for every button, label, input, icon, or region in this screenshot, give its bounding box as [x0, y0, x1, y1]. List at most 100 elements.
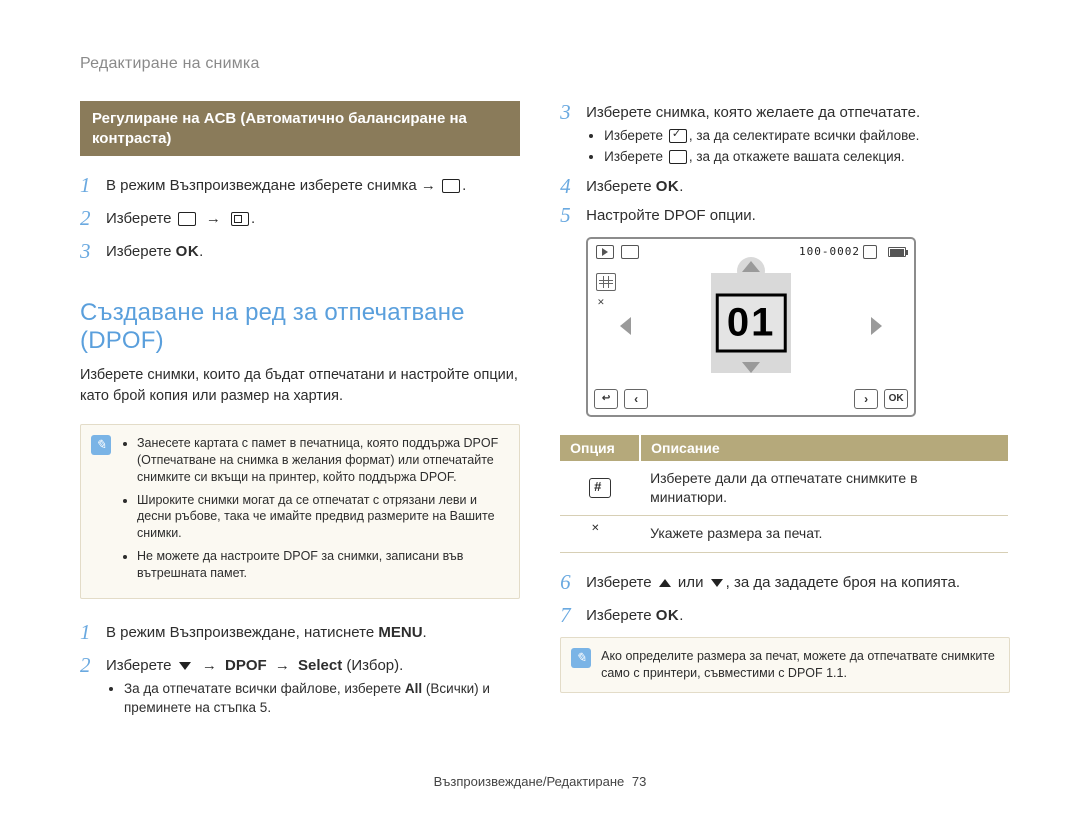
ok-label: OK: [176, 243, 200, 260]
arrow-icon: →: [275, 655, 290, 676]
step-number: 5: [560, 204, 586, 227]
step-text: В режим Възпроизвеждане, натиснете: [106, 624, 378, 641]
sub-bullets: Изберете , за да селектирате всички файл…: [604, 127, 920, 167]
chevron-down-icon: [179, 662, 191, 670]
preview-bottom: ↩ ‹ › OK: [594, 389, 908, 409]
copy-count-display: 01: [716, 294, 787, 353]
step-text: .: [679, 607, 683, 624]
thumbnail-icon: [596, 273, 616, 291]
step-text: .: [679, 178, 683, 195]
left-column: Регулиране на ACB (Автоматично балансира…: [80, 101, 520, 730]
next-button-icon: ›: [854, 389, 878, 409]
step-text: Изберете: [586, 607, 656, 624]
manual-page: Редактиране на снимка Регулиране на ACB …: [0, 0, 1080, 815]
back-button-icon: ↩: [594, 389, 618, 409]
note-info-icon: ✎: [91, 435, 111, 455]
step-body: Изберете → .: [106, 207, 255, 230]
page-header: Редактиране на снимка: [80, 55, 1010, 73]
step-text: , за да зададете броя на копията.: [726, 574, 960, 591]
step-text: Изберете снимка, която желаете да отпеча…: [586, 104, 920, 121]
dpof-label: DPOF: [225, 657, 267, 674]
page-number: 73: [632, 774, 646, 789]
sub-text: , за да селектирате всички файлове.: [689, 128, 920, 143]
table-cell: Изберете дали да отпечатате снимките в м…: [640, 461, 1008, 515]
step-number: 1: [80, 174, 106, 197]
ok-button-icon: OK: [884, 389, 908, 409]
note-bullet: Не можете да настроите DPOF за снимки, з…: [137, 548, 505, 582]
dpof-note-box: ✎ Занесете картата с памет в печатница, …: [80, 424, 520, 599]
footer-text: Възпроизвеждане/Редактиране: [434, 774, 625, 789]
step-number: 2: [80, 654, 106, 720]
table-cell: Укажете размера за печат.: [640, 515, 1008, 552]
step-text: Изберете: [586, 178, 656, 195]
note-text: Ако определите размера за печат, можете …: [601, 648, 995, 682]
step-number: 4: [560, 175, 586, 198]
step-number: 7: [560, 604, 586, 627]
step-body: В режим Възпроизвеждане, натиснете MENU.: [106, 621, 427, 644]
deselect-icon: [669, 150, 687, 164]
menu-label: MENU: [378, 624, 422, 641]
page-footer: Възпроизвеждане/Редактиране 73: [0, 774, 1080, 789]
arrow-icon: →: [202, 655, 217, 676]
dpof-section-sub: Изберете снимки, които да бъдат отпечата…: [80, 365, 520, 406]
step-body: Изберете снимка, която желаете да отпеча…: [586, 101, 920, 169]
note-info-icon: ✎: [571, 648, 591, 668]
step-body: Изберете OK.: [586, 175, 683, 198]
note-bullets: Занесете картата с памет в печатница, ко…: [137, 435, 505, 588]
sub-bullet: За да отпечатате всички файлове, изберет…: [124, 680, 520, 718]
note-bullet: Занесете картата с памет в печатница, ко…: [137, 435, 505, 486]
step-number: 6: [560, 571, 586, 594]
step-text: .: [423, 624, 427, 641]
thumbnail-option-icon: [589, 478, 611, 498]
step-text: или: [674, 574, 708, 591]
nav-right-icon: [871, 317, 882, 335]
ok-label: OK: [656, 178, 680, 195]
acb-steps: 1 В режим Възпроизвеждане изберете снимк…: [80, 174, 520, 263]
sub-bullet: Изберете , за да селектирате всички файл…: [604, 127, 920, 146]
menu-icon: [178, 212, 196, 226]
step-body: Изберете → DPOF → Select (Избор). За да …: [106, 654, 520, 720]
step-body: Изберете OK.: [106, 240, 203, 263]
sub-bullet: Изберете , за да откажете вашата селекци…: [604, 148, 920, 167]
table-header-desc: Описание: [640, 435, 1008, 461]
all-label: All: [405, 681, 422, 696]
nav-up-icon: [742, 261, 760, 272]
sub-text: Изберете: [604, 128, 667, 143]
step-body: В режим Възпроизвеждане изберете снимка …: [106, 174, 466, 197]
dpof-steps-b: 3 Изберете снимка, която желаете да отпе…: [560, 101, 1010, 227]
size-option-icon: [589, 524, 611, 544]
sub-text: Изберете: [604, 149, 667, 164]
table-header-option: Опция: [560, 435, 640, 461]
chevron-up-icon: [659, 579, 671, 587]
step-text: Изберете: [106, 657, 176, 674]
table-row: Изберете дали да отпечатате снимките в м…: [560, 461, 1008, 515]
two-columns: Регулиране на ACB (Автоматично балансира…: [80, 101, 1010, 730]
step-text: Изберете: [106, 210, 172, 227]
ok-label: OK: [656, 607, 680, 624]
cancel-size-icon: [596, 299, 616, 317]
prev-button-icon: ‹: [624, 389, 648, 409]
acb-icon: [231, 212, 249, 226]
dpof-section-title: Създаване на ред за отпечатване (DPOF): [80, 299, 520, 355]
select-all-icon: [669, 129, 687, 143]
step-text: (Избор).: [342, 657, 403, 674]
note-bullet: Широките снимки могат да се отпечатат с …: [137, 492, 505, 543]
camera-screen-preview: 100-0002 01: [586, 237, 916, 417]
step-body: Настройте DPOF опции.: [586, 204, 756, 227]
step-text: Изберете: [106, 243, 172, 260]
option-table: Опция Описание Изберете дали да отпечата…: [560, 435, 1008, 553]
acb-banner: Регулиране на ACB (Автоматично балансира…: [80, 101, 520, 156]
step-body: Изберете или , за да зададете броя на ко…: [586, 571, 960, 594]
sub-text: За да отпечатате всички файлове, изберет…: [124, 681, 405, 696]
dpof-steps-c: 6 Изберете или , за да зададете броя на …: [560, 571, 1010, 627]
playback-icon: [596, 245, 614, 259]
battery-icon: [888, 247, 906, 257]
chevron-down-icon: [711, 579, 723, 587]
step-number: 2: [80, 207, 106, 230]
nav-down-icon: [742, 362, 760, 373]
preview-side-icons: [596, 273, 616, 317]
step-body: Изберете OK.: [586, 604, 683, 627]
arrow-icon: →: [206, 208, 221, 229]
table-row: Укажете размера за печат.: [560, 515, 1008, 552]
step-number: 1: [80, 621, 106, 644]
